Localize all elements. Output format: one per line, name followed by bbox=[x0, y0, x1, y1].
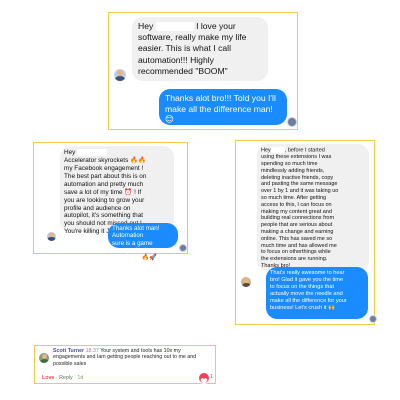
outgoing-message: Thanks alot bro!!! Told you I'll make al… bbox=[159, 89, 287, 125]
redacted-name bbox=[77, 149, 108, 156]
reply-link[interactable]: Reply bbox=[59, 375, 73, 381]
outgoing-message-text: Thanks alot bro!!! Told you I'll make al… bbox=[165, 93, 276, 125]
outgoing-message-text: That's really awesome to hear bro! Glad … bbox=[270, 270, 347, 311]
seen-avatar bbox=[179, 244, 187, 252]
comment-age: 1d bbox=[77, 375, 84, 381]
greeting-prefix: Hey bbox=[138, 21, 154, 31]
incoming-message: Hey Accelerator skyrockets 🔥🔥 my Faceboo… bbox=[60, 146, 174, 235]
testimonial-card-1: Hey I love your software, really make my… bbox=[108, 12, 298, 130]
redacted-name bbox=[270, 147, 285, 153]
sender-avatar bbox=[47, 232, 56, 241]
comment-time: 18:37 bbox=[85, 348, 99, 354]
redacted-name bbox=[155, 22, 194, 32]
facebook-comment-card: Scott Turner 18:37 Your system and tools… bbox=[34, 345, 216, 384]
commenter-avatar bbox=[39, 353, 49, 363]
outgoing-message: Thanks alot man! Automation sure is a ga… bbox=[108, 223, 178, 261]
seen-avatar bbox=[287, 117, 297, 127]
greeting-prefix: Hey bbox=[64, 149, 76, 157]
incoming-message-text: , before I started using these extension… bbox=[261, 147, 339, 269]
comment-body: Scott Turner 18:37 Your system and tools… bbox=[53, 348, 215, 367]
incoming-message: Hey, before I started using these extens… bbox=[257, 144, 369, 271]
incoming-message: Hey I love your software, really make my… bbox=[132, 17, 268, 81]
heart-reaction-icon bbox=[198, 372, 210, 384]
seen-avatar bbox=[369, 315, 377, 323]
testimonial-card-3: Hey, before I started using these extens… bbox=[235, 140, 377, 325]
love-link[interactable]: Love bbox=[42, 375, 54, 381]
commenter-name[interactable]: Scott Turner bbox=[53, 348, 84, 354]
outgoing-message-text: Thanks alot man! Automation sure is a ga… bbox=[112, 225, 160, 262]
comment-actions: Love · Reply · 1d bbox=[42, 375, 84, 381]
reaction-count: 1 bbox=[210, 374, 214, 380]
greeting-prefix: Hey bbox=[261, 147, 271, 154]
sender-avatar bbox=[241, 277, 251, 287]
outgoing-message: That's really awesome to hear bro! Glad … bbox=[266, 267, 368, 319]
testimonial-card-2: Hey Accelerator skyrockets 🔥🔥 my Faceboo… bbox=[33, 142, 188, 261]
sender-avatar bbox=[114, 69, 126, 81]
